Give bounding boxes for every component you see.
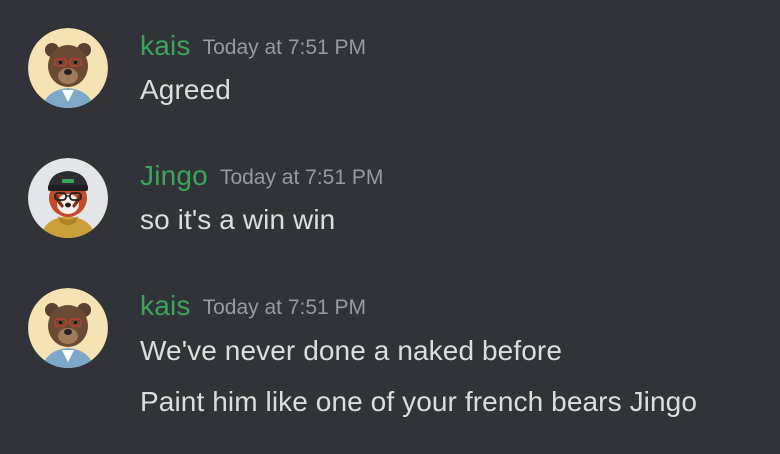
timestamp[interactable]: Today at 7:51 PM <box>203 296 366 319</box>
username[interactable]: kais <box>140 30 191 61</box>
user-avatar[interactable] <box>28 28 108 108</box>
message-text: so it's a win win <box>140 204 336 235</box>
user-avatar[interactable] <box>28 288 108 368</box>
message-header: kais Today at 7:51 PM <box>140 32 366 60</box>
message-text: Paint him like one of your french bears … <box>140 386 698 417</box>
message-header: Jingo Today at 7:51 PM <box>140 162 383 190</box>
message-header: kais Today at 7:51 PM <box>140 292 366 320</box>
bear-avatar-icon <box>28 288 108 368</box>
bear-avatar-icon <box>28 28 108 108</box>
timestamp[interactable]: Today at 7:51 PM <box>220 166 383 189</box>
red-panda-avatar-icon <box>28 158 108 238</box>
message-text: We've never done a naked before <box>140 335 562 366</box>
user-avatar[interactable] <box>28 158 108 238</box>
username[interactable]: kais <box>140 290 191 321</box>
timestamp[interactable]: Today at 7:51 PM <box>203 36 366 59</box>
chat-message-list: kais Today at 7:51 PM Agreed Jingo Today… <box>0 0 780 454</box>
message-text: Agreed <box>140 74 231 105</box>
username[interactable]: Jingo <box>140 160 208 191</box>
